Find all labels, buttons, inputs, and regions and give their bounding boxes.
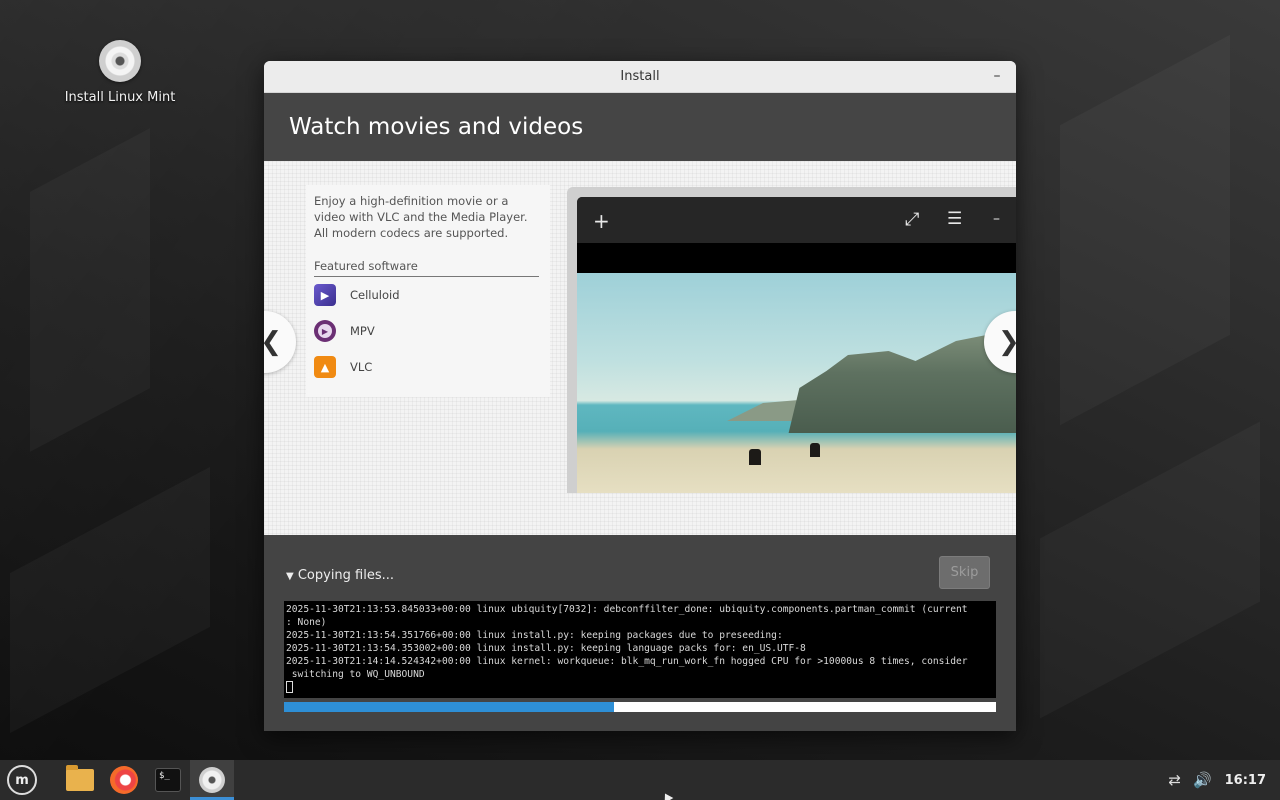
desktop-install-icon[interactable]: Install Linux Mint (60, 40, 180, 105)
slide-title: Watch movies and videos (264, 93, 1016, 161)
featured-app-vlc: ▲ VLC (314, 349, 542, 385)
disc-icon (99, 40, 141, 82)
minimize-button[interactable]: – (988, 67, 1006, 85)
system-tray: ⇄ 🔊 16:17 (1161, 760, 1280, 800)
app-name: MPV (350, 324, 375, 338)
add-icon: + (593, 209, 610, 233)
log-line: 2025-11-30T21:13:54.351766+00:00 linux i… (286, 630, 783, 641)
firefox-icon (110, 766, 138, 794)
installer-window: Install – Watch movies and videos Enjoy … (264, 61, 1016, 731)
log-line: : None) (286, 617, 327, 628)
files-button[interactable] (58, 760, 102, 800)
previous-slide-button[interactable]: ❮ (264, 311, 296, 373)
player-headerbar: + ⤢ ☰ – (577, 197, 1016, 243)
expander-arrow-icon: ▼ (286, 571, 294, 582)
progress-status: Copying files... (297, 568, 395, 583)
player-window: + ⤢ ☰ – (577, 197, 1016, 493)
log-line: switching to WQ_UNBOUND (286, 669, 425, 680)
terminal-icon: $_ (155, 768, 181, 792)
letterbox (577, 243, 1016, 273)
window-title: Install (620, 69, 660, 84)
slideshow: Enjoy a high-definition movie or a video… (264, 161, 1016, 535)
mint-menu-button[interactable]: m (0, 760, 44, 800)
clock[interactable]: 16:17 (1225, 773, 1266, 788)
taskbar: m $_ ⇄ 🔊 16:17 (0, 760, 1280, 800)
terminal-cursor (286, 681, 293, 693)
terminal-button[interactable]: $_ (146, 760, 190, 800)
log-line: 2025-11-30T21:13:53.845033+00:00 linux u… (286, 604, 968, 615)
install-progress-bar (284, 702, 996, 712)
skip-button[interactable]: Skip (939, 556, 990, 589)
featured-software-heading: Featured software (314, 259, 539, 277)
rider (749, 449, 761, 465)
desktop-icon-label: Install Linux Mint (64, 90, 176, 105)
featured-app-celluloid: ▶ Celluloid (314, 277, 542, 313)
featured-app-mpv: ▶ MPV (314, 313, 542, 349)
firefox-button[interactable] (102, 760, 146, 800)
progress-panel: ▼ Copying files... Skip 2025-11-30T21:13… (264, 535, 1016, 731)
player-minimize-icon: – (993, 211, 1000, 227)
celluloid-icon: ▶ (314, 284, 336, 306)
video-player-preview: + ⤢ ☰ – (567, 187, 1016, 493)
fullscreen-icon: ⤢ (905, 209, 920, 230)
cliff (788, 333, 1016, 433)
files-icon (66, 765, 94, 791)
menu-icon: ☰ (947, 209, 963, 229)
window-titlebar[interactable]: Install – (264, 61, 1016, 93)
details-expander[interactable]: ▼ Copying files... (286, 568, 394, 583)
mint-menu-icon: m (7, 765, 37, 795)
network-icon[interactable]: ⇄ (1161, 771, 1189, 789)
info-card: Enjoy a high-definition movie or a video… (306, 185, 550, 397)
log-line: 2025-11-30T21:13:54.353002+00:00 linux i… (286, 643, 806, 654)
mpv-icon: ▶ (314, 320, 336, 342)
installer-disc-icon (199, 767, 225, 793)
rider (810, 443, 820, 457)
installer-taskbar-button[interactable] (190, 760, 234, 800)
app-name: Celluloid (350, 288, 400, 302)
slide-description: Enjoy a high-definition movie or a video… (314, 194, 528, 240)
video-frame (577, 273, 1016, 493)
log-line: 2025-11-30T21:14:14.524342+00:00 linux k… (286, 656, 968, 667)
volume-icon[interactable]: 🔊 (1189, 771, 1217, 789)
progress-fill (284, 702, 614, 712)
vlc-icon: ▲ (314, 356, 336, 378)
app-name: VLC (350, 360, 373, 374)
install-log: 2025-11-30T21:13:53.845033+00:00 linux u… (284, 601, 996, 698)
